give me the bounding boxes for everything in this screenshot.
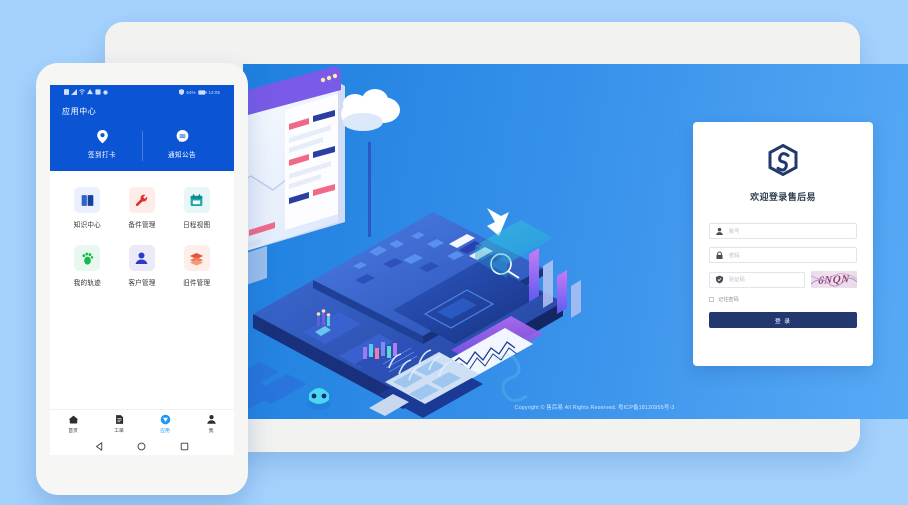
person-icon [135,252,148,264]
app-grid: 知识中心 备件管理 日程视图 我的轨迹 客户管理 旧件管理 [50,171,234,409]
isometric-tech-illustration [243,64,583,419]
calendar-icon [190,193,203,206]
account-field[interactable]: 账号 [709,223,857,239]
sim-icon [64,89,69,95]
app-item-spare-parts[interactable]: 备件管理 [128,187,155,245]
home-circle-icon[interactable] [137,442,146,451]
app-tile [183,245,210,271]
login-submit-button[interactable]: 登 录 [709,312,857,328]
tab-label: 工单 [114,428,124,434]
mockup-stage: 欢迎登录售后易 账号 密码 验证码 6NQN 记住密码 登 录 Copyrigh… [0,0,908,505]
android-nav-bar [50,437,234,455]
quick-action-checkin[interactable]: 签到打卡 [62,129,142,159]
login-fields: 账号 密码 验证码 6NQN 记住密码 登 录 [709,223,857,328]
wrench-icon [136,194,148,206]
user-icon [206,414,216,424]
page-title: 应用中心 [62,107,97,116]
app-item-old-parts[interactable]: 旧件管理 [183,245,210,303]
phone-status-bar: 64% 13:05 [50,85,234,99]
tab-apps[interactable]: 应用 [142,414,188,434]
app-label: 客户管理 [128,280,156,287]
dot-icon [103,89,108,95]
captcha-row: 验证码 6NQN [709,271,857,288]
footprints-icon [82,252,94,265]
app-tile [183,187,210,213]
signal-icon [71,89,77,95]
clock-text: 13:05 [208,89,220,95]
hd-icon [87,89,93,95]
apps-icon [160,414,170,424]
app-tile [74,245,101,271]
hexagon-s-logo [709,144,857,176]
remember-label: 记住密码 [718,297,739,303]
bottom-tab-bar: 首页 工单 应用 我 [50,409,234,437]
battery-icon [197,89,207,95]
captcha-image[interactable]: 6NQN [811,271,857,288]
app-tile [128,245,155,271]
tab-label: 首页 [68,428,78,434]
password-placeholder: 密码 [729,252,740,259]
battery-percent-text: 64% [186,89,196,95]
status-left-icons [64,89,108,95]
home-icon [68,415,78,423]
tab-workorder[interactable]: 工单 [96,414,142,434]
shield-check-icon [715,275,724,284]
remember-password-checkbox[interactable]: 记住密码 [709,296,857,303]
phone-screen: 64% 13:05 应用中心 签到打卡 通知公告 知识中心 备件管理 日程视图 … [50,85,234,455]
app-item-knowledge-center[interactable]: 知识中心 [74,187,101,245]
message-icon [176,129,188,142]
account-placeholder: 账号 [729,228,740,235]
tab-label: 我 [208,428,214,434]
app-tile [74,187,101,213]
shield-icon [179,89,185,95]
layers-icon [189,252,204,265]
login-title: 欢迎登录售后易 [750,192,816,202]
user-icon [716,227,723,235]
alarm-icon [95,89,101,95]
tab-label: 应用 [160,428,170,434]
tablet-screen: 欢迎登录售后易 账号 密码 验证码 6NQN 记住密码 登 录 Copyrigh… [243,64,908,419]
status-right-icons: 64% 13:05 [179,89,220,95]
app-item-schedule-view[interactable]: 日程视图 [183,187,210,245]
copyright-text: Copyright © 售后易 All Rights Reserved. 粤IC… [514,405,675,411]
app-label: 知识中心 [73,222,101,229]
password-field[interactable]: 密码 [709,247,857,263]
app-item-my-track[interactable]: 我的轨迹 [74,245,101,303]
tab-profile[interactable]: 我 [188,414,234,434]
captcha-placeholder: 验证码 [729,277,746,283]
location-pin-icon [96,130,108,144]
checkbox-box [709,297,714,302]
quick-action-label: 签到打卡 [88,152,116,159]
quick-actions-row: 签到打卡 通知公告 [62,129,222,171]
phone-device: 64% 13:05 应用中心 签到打卡 通知公告 知识中心 备件管理 日程视图 … [36,63,248,495]
captcha-field[interactable]: 验证码 [709,271,805,288]
app-tile [128,187,155,213]
recents-square-icon[interactable] [180,442,189,451]
app-label: 我的轨迹 [73,280,101,287]
tab-home[interactable]: 首页 [50,414,96,434]
app-item-customer-management[interactable]: 客户管理 [128,245,155,303]
document-icon [115,414,123,424]
app-label: 日程视图 [183,222,211,229]
wifi-icon [79,89,85,95]
login-card: 欢迎登录售后易 账号 密码 验证码 6NQN 记住密码 登 录 [693,122,873,366]
quick-action-notice[interactable]: 通知公告 [142,129,222,159]
quick-action-label: 通知公告 [168,152,196,159]
back-triangle-icon[interactable] [95,441,104,451]
book-icon [81,194,94,206]
app-label: 备件管理 [128,222,156,229]
app-label: 旧件管理 [183,280,211,287]
app-center-header: 应用中心 签到打卡 通知公告 [50,99,234,171]
lock-icon [716,251,723,259]
